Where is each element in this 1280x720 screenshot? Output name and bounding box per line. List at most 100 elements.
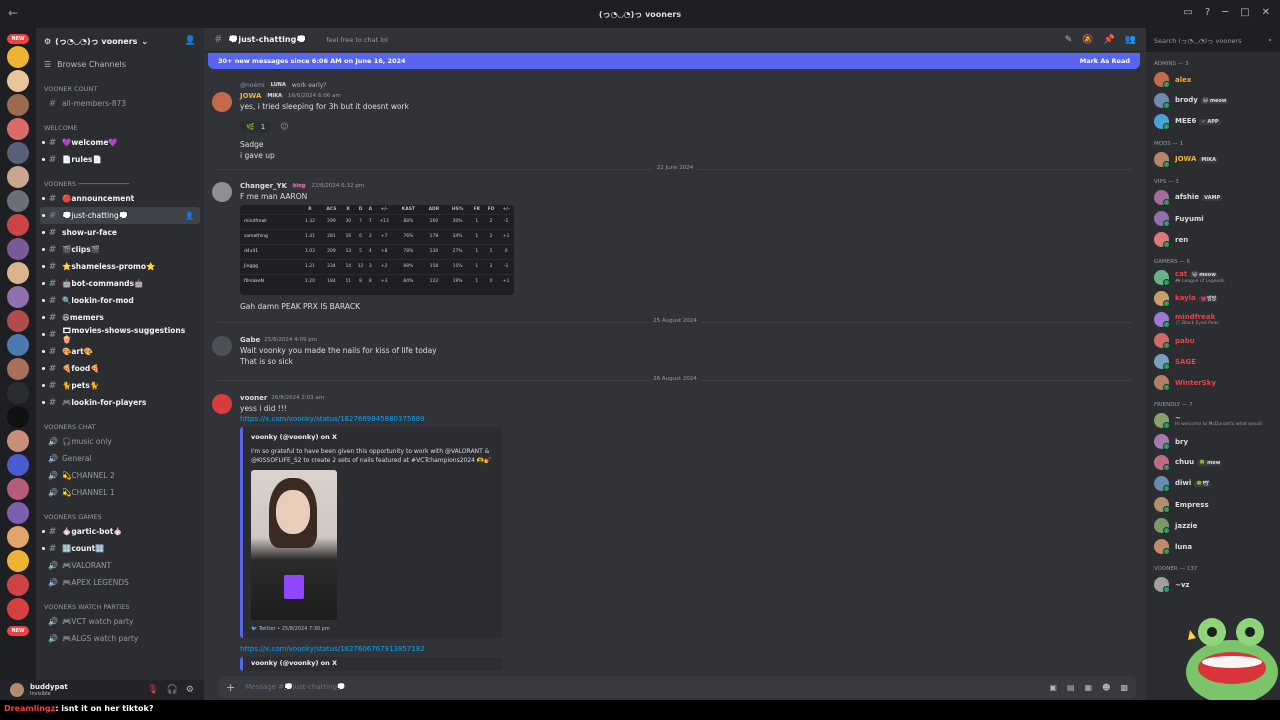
apps-icon[interactable]: ▩: [1120, 683, 1128, 692]
gif-icon[interactable]: ▤: [1067, 683, 1075, 692]
server-icon[interactable]: [7, 46, 29, 68]
avatar[interactable]: [212, 394, 232, 414]
member-item[interactable]: Empress: [1146, 494, 1280, 515]
member-item[interactable]: jazzie: [1146, 515, 1280, 536]
avatar[interactable]: [212, 92, 232, 112]
guild-header[interactable]: ⚙ (っ◔◡◔)っ vooners ⌄ 👤: [36, 28, 204, 54]
member-item[interactable]: diwi 🍀🕊: [1146, 473, 1280, 494]
settings-gear-icon[interactable]: ⚙: [186, 685, 194, 695]
close-button[interactable]: ✕: [1262, 7, 1270, 18]
sidebar-channel[interactable]: # ⭐shameless-promo⭐: [40, 258, 200, 275]
sidebar-channel[interactable]: 🔊 💫CHANNEL 2: [40, 467, 200, 484]
new-messages-banner[interactable]: 30+ new messages since 6:06 AM on June 1…: [208, 53, 1140, 69]
server-icon[interactable]: [7, 214, 29, 236]
member-item[interactable]: MEE6 ✓ APP: [1146, 111, 1280, 132]
server-icon[interactable]: [7, 358, 29, 380]
sidebar-channel[interactable]: # all-members-873: [40, 95, 200, 112]
member-item[interactable]: bry: [1146, 431, 1280, 452]
category-header[interactable]: VOONERS CHAT: [36, 421, 204, 433]
avatar[interactable]: [212, 336, 232, 356]
server-icon[interactable]: [7, 286, 29, 308]
gift-icon[interactable]: ▣: [1049, 683, 1057, 692]
maximize-button[interactable]: □: [1240, 7, 1249, 18]
sidebar-channel[interactable]: # 🎬clips🎬: [40, 241, 200, 258]
mute-icon[interactable]: 🎙: [147, 685, 158, 695]
sidebar-channel[interactable]: # 🎞movies-shows-suggestions🍿: [40, 326, 200, 344]
sidebar-channel[interactable]: # 😆memers: [40, 309, 200, 326]
attach-plus-icon[interactable]: +: [226, 681, 235, 694]
server-icon[interactable]: [7, 166, 29, 188]
embed-author[interactable]: voonky (@voonky) on X: [251, 659, 494, 667]
server-icon[interactable]: [7, 262, 29, 284]
server-icon[interactable]: [7, 190, 29, 212]
avatar[interactable]: [212, 182, 232, 202]
embed-image[interactable]: [251, 470, 337, 620]
pin-icon[interactable]: 📌: [1104, 35, 1115, 45]
embed-author[interactable]: voonky (@voonky) on X: [251, 433, 494, 441]
member-item[interactable]: ren: [1146, 229, 1280, 250]
server-icon[interactable]: [7, 406, 29, 428]
category-header[interactable]: WELCOME: [36, 122, 204, 134]
sidebar-channel[interactable]: 🔊 🎮ALGS watch party: [40, 630, 200, 647]
member-item[interactable]: WinterSky: [1146, 372, 1280, 393]
sidebar-channel[interactable]: # 🔴announcement: [40, 190, 200, 207]
server-icon[interactable]: [7, 94, 29, 116]
sticker-icon[interactable]: ▦: [1085, 683, 1093, 692]
member-item[interactable]: Fuyumi: [1146, 208, 1280, 229]
member-item[interactable]: JOWA MIKA: [1146, 149, 1280, 170]
member-item[interactable]: afshie VAMP: [1146, 187, 1280, 208]
sidebar-channel[interactable]: # 📄rules📄: [40, 151, 200, 168]
invite-icon[interactable]: 👤: [185, 36, 196, 46]
server-icon[interactable]: [7, 574, 29, 596]
channel-topic[interactable]: feel free to chat lol: [326, 36, 388, 44]
server-icon[interactable]: [7, 598, 29, 620]
server-icon[interactable]: [7, 310, 29, 332]
headphones-icon[interactable]: 🎧: [167, 685, 178, 695]
sidebar-channel[interactable]: # 🤖bot-commands🤖: [40, 275, 200, 292]
member-item[interactable]: alex: [1146, 69, 1280, 90]
help-icon[interactable]: ?: [1205, 7, 1210, 18]
browse-channels-button[interactable]: ☰ Browse Channels: [36, 56, 204, 73]
sidebar-channel[interactable]: # 🔢count🔢: [40, 540, 200, 557]
sidebar-channel[interactable]: # show-ur-face: [40, 224, 200, 241]
category-header[interactable]: VOONERS ─────────────: [36, 178, 204, 190]
sidebar-channel[interactable]: 🔊 🎧music only: [40, 433, 200, 450]
sidebar-channel[interactable]: 🔊 💫CHANNEL 1: [40, 484, 200, 501]
sidebar-channel[interactable]: # 💜welcome💜: [40, 134, 200, 151]
reaction[interactable]: 🌿 1: [240, 121, 272, 133]
member-item[interactable]: mindfreak 🎵 Black Eyed Peas: [1146, 309, 1280, 330]
sidebar-channel[interactable]: 🔊 General: [40, 450, 200, 467]
member-item[interactable]: cat 😺 meow 🎮 League of Legends: [1146, 267, 1280, 288]
member-item[interactable]: kayla 💗방방: [1146, 288, 1280, 309]
inbox-icon[interactable]: ▭: [1183, 7, 1192, 18]
member-item[interactable]: chuu 🍀 mew: [1146, 452, 1280, 473]
threads-icon[interactable]: ✎: [1065, 35, 1073, 45]
server-icon[interactable]: [7, 118, 29, 140]
category-header[interactable]: VOONER COUNT: [36, 83, 204, 95]
invite-icon[interactable]: 👤: [185, 212, 194, 220]
category-header[interactable]: VOONERS GAMES: [36, 511, 204, 523]
member-list-icon[interactable]: 👥: [1125, 35, 1136, 45]
sidebar-channel[interactable]: 🔊 🎮VALORANT: [40, 557, 200, 574]
mark-as-read-button[interactable]: Mark As Read: [1080, 57, 1130, 65]
server-icon[interactable]: [7, 502, 29, 524]
member-item[interactable]: pabu: [1146, 330, 1280, 351]
sidebar-channel[interactable]: 🔊 🎮VCT watch party: [40, 613, 200, 630]
server-icon[interactable]: [7, 334, 29, 356]
server-icon[interactable]: [7, 142, 29, 164]
server-icon[interactable]: [7, 238, 29, 260]
message-link[interactable]: https://x.com/voonky/status/182766994588…: [240, 414, 840, 425]
server-icon[interactable]: [7, 550, 29, 572]
search-input[interactable]: Search (っ◔◡◔)っ vooners: [1154, 35, 1242, 45]
sidebar-channel[interactable]: # 🧄gartic-bot🧄: [40, 523, 200, 540]
sidebar-channel[interactable]: # 🎮lookin-for-players: [40, 394, 200, 411]
member-item[interactable]: ~ Hi welcome to McDonald's what would: [1146, 410, 1280, 431]
server-icon[interactable]: [7, 430, 29, 452]
scoreboard-image[interactable]: R ACS K D A +/- KAST ADR HS% FK FD +/- mindfreak 1.3…: [240, 205, 514, 295]
author-name[interactable]: Gabe: [240, 336, 260, 344]
server-icon[interactable]: [7, 70, 29, 92]
notification-bell-icon[interactable]: 🔕: [1082, 35, 1093, 45]
server-icon[interactable]: [7, 478, 29, 500]
server-icon[interactable]: [7, 526, 29, 548]
reply-preview[interactable]: @noémi LUNA work early?: [240, 80, 326, 90]
